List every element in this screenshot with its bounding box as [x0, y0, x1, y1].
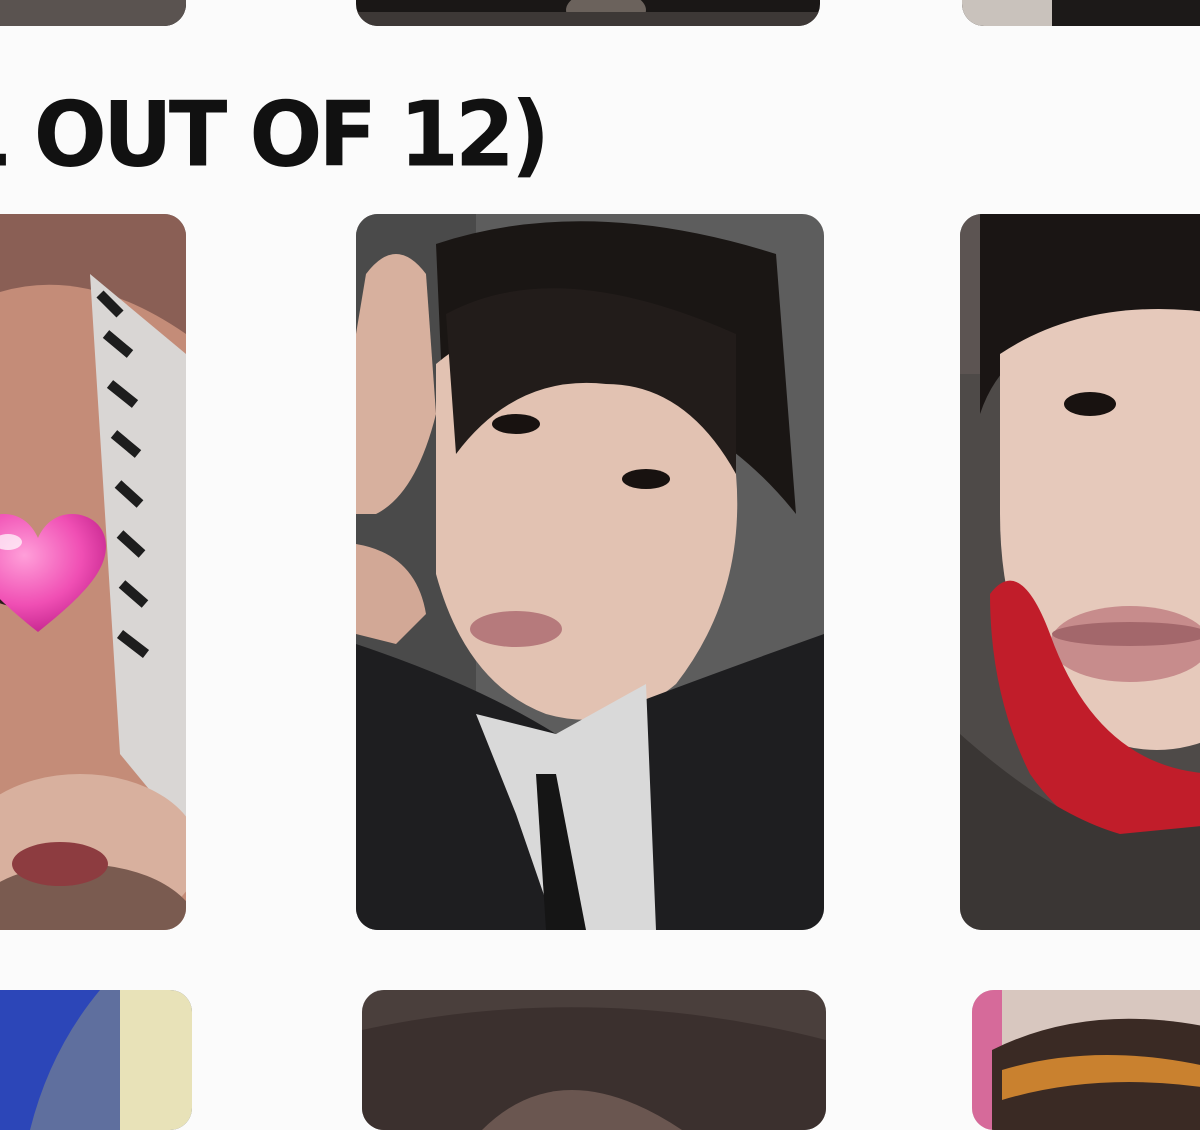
photocard-main-middle[interactable]	[356, 214, 824, 930]
photocard-main-right[interactable]	[960, 214, 1200, 930]
photocard-bottom-left[interactable]	[0, 990, 192, 1130]
photocard-bottom-right[interactable]	[972, 990, 1200, 1130]
photocard-top-middle-image	[356, 0, 820, 26]
photocard-bottom-middle-image	[362, 990, 826, 1130]
photocard-bottom-left-image	[0, 990, 192, 1130]
photocard-top-left-image	[0, 0, 186, 26]
photocard-main-middle-image	[356, 214, 824, 930]
photocard-bottom-middle[interactable]	[362, 990, 826, 1130]
photocard-top-right[interactable]	[962, 0, 1200, 26]
heart-sticker-icon	[0, 514, 106, 634]
photocard-top-middle[interactable]	[356, 0, 820, 26]
photocard-top-left[interactable]	[0, 0, 186, 26]
photocard-main-left[interactable]	[0, 214, 186, 930]
photocard-top-right-image	[962, 0, 1200, 26]
photocard-main-right-image	[960, 214, 1200, 930]
photocard-bottom-right-image	[972, 990, 1200, 1130]
section-heading: 1 OUT OF 12)	[0, 82, 550, 188]
